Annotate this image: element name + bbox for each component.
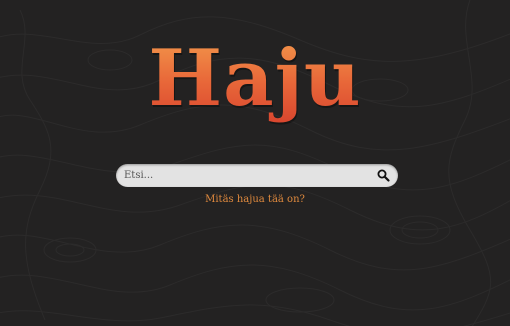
logo-wordmark[interactable]: Haju xyxy=(0,34,510,124)
search-button[interactable] xyxy=(376,168,391,183)
page: Haju Mitäs hajua tää on? xyxy=(0,0,510,326)
search-input[interactable] xyxy=(124,167,364,184)
search-bar xyxy=(116,164,398,187)
search-icon xyxy=(377,169,390,182)
tagline-link[interactable]: Mitäs hajua tää on? xyxy=(0,194,510,205)
